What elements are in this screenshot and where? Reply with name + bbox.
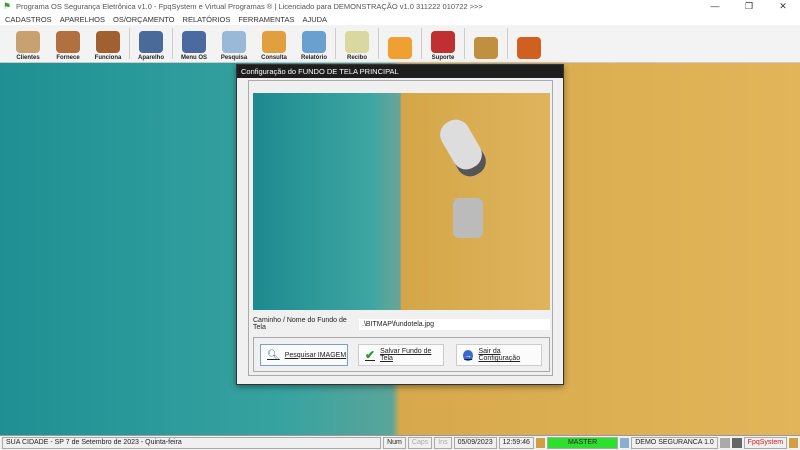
path-label: Caminho / Nome do Fundo de Tela [253, 317, 347, 331]
app-logo-icon: ⚑ [3, 1, 12, 11]
checkmark-icon: ✔ [365, 348, 376, 362]
toolbar-separator [335, 28, 336, 59]
background-preview-image [253, 93, 550, 310]
toolbar-button-item12[interactable] [509, 25, 549, 63]
title-bar: ⚑ Programa OS Segurança Eletrônica v1.0 … [0, 0, 800, 13]
toolbar-separator [172, 28, 173, 59]
toolbar-label: Aparelho [137, 55, 164, 61]
toolbar-button-suporte[interactable]: Suporte [423, 25, 463, 63]
toolbar-button-clientes[interactable]: Clientes [8, 25, 48, 63]
menu-aparelhos[interactable]: APARELHOS [60, 15, 105, 24]
window-title: Programa OS Segurança Eletrônica v1.0 - … [16, 2, 483, 11]
toolbar-separator [129, 28, 130, 59]
menu-bar: CADASTROS APARELHOS OS/ORÇAMENTO RELATÓRIOS… [0, 13, 800, 25]
status-user: MASTER [546, 437, 619, 449]
toolbar-icon [345, 31, 369, 53]
menu-relatrios[interactable]: RELATÓRIOS [183, 15, 231, 24]
toolbar-separator [464, 28, 465, 59]
arrow-right-icon: → [463, 349, 474, 361]
toolbar-icon [474, 37, 498, 59]
dialog-title: Configuração do FUNDO DE TELA PRINCIPAL [237, 65, 563, 78]
computer-icon[interactable] [731, 438, 742, 448]
save-background-button[interactable]: ✔ Salvar Fundo de Tela [358, 344, 444, 366]
print-icon[interactable] [719, 438, 730, 448]
toolbar-icon [56, 31, 80, 53]
magnifier-icon: 🔍︎ [267, 349, 280, 361]
user-icon [535, 438, 545, 448]
menu-cadastros[interactable]: CADASTROS [5, 15, 52, 24]
toolbar-separator [421, 28, 422, 59]
toolbar-button-recibo[interactable]: Recibo [337, 25, 377, 63]
toolbar-button-funciona[interactable]: Funciona [88, 25, 128, 63]
maximize-button[interactable]: ❐ [732, 0, 766, 13]
toolbar-button-item9[interactable] [380, 25, 420, 63]
toolbar-label: Pesquisa [220, 55, 248, 61]
toolbar-icon [16, 31, 40, 53]
status-time: 12:59:46 [498, 437, 534, 449]
toolbar-icon [262, 31, 286, 53]
status-company: DEMO SEGURANCA 1.0 [631, 437, 718, 449]
toolbar-button-relatrio[interactable]: Relatório [294, 25, 334, 63]
toolbar-button-item11[interactable] [466, 25, 506, 63]
status-brand: FpqSystem [743, 437, 788, 449]
status-bar: SUA CIDADE - SP 7 de Setembro de 2023 - … [0, 435, 800, 450]
toolbar-button-aparelho[interactable]: Aparelho [131, 25, 171, 63]
status-date: 05/09/2023 [453, 437, 497, 449]
toolbar-icon [517, 37, 541, 59]
user-icon [789, 438, 799, 448]
toolbar-label: Clientes [16, 55, 40, 61]
status-city-date: SUA CIDADE - SP 7 de Setembro de 2023 - … [2, 437, 382, 449]
toolbar-icon [96, 31, 120, 53]
menu-ferramentas[interactable]: FERRAMENTAS [238, 15, 294, 24]
toolbar-icon [182, 31, 206, 53]
toolbar-icon [431, 31, 455, 53]
toolbar-button-menuos[interactable]: Menu OS [174, 25, 214, 63]
toolbar-icon [222, 31, 246, 53]
toolbar-button-consulta[interactable]: Consulta [254, 25, 294, 63]
background-config-dialog: Configuração do FUNDO DE TELA PRINCIPAL … [236, 64, 564, 385]
menu-ajuda[interactable]: AJUDA [302, 15, 327, 24]
camera-image [435, 114, 491, 182]
toolbar: Clientes Fornece Funciona Aparelho Menu OS Pe… [0, 25, 800, 63]
path-input[interactable]: .\BITMAP\fundotela.jpg [359, 318, 550, 330]
status-num: Num [383, 437, 406, 449]
exit-config-button[interactable]: → Sair da Configuração [456, 344, 542, 366]
toolbar-label: Suporte [431, 55, 455, 61]
toolbar-icon [139, 31, 163, 53]
camera-mount-image [453, 198, 483, 238]
minimize-button[interactable]: — [698, 0, 732, 13]
toolbar-separator [507, 28, 508, 59]
toolbar-label: Relatório [300, 55, 327, 61]
close-button[interactable]: ✕ [766, 0, 800, 13]
toolbar-separator [378, 28, 379, 59]
toolbar-label: Consulta [261, 55, 287, 61]
toolbar-label: Menu OS [180, 55, 207, 61]
toolbar-label: Fornece [56, 55, 80, 61]
menu-osoramento[interactable]: OS/ORÇAMENTO [113, 15, 175, 24]
toolbar-label: Funciona [94, 55, 122, 61]
toolbar-button-fornece[interactable]: Fornece [48, 25, 88, 63]
status-ins: Ins [434, 437, 452, 449]
toolbar-icon [302, 31, 326, 53]
toolbar-icon [388, 37, 412, 59]
status-caps: Caps [407, 437, 433, 449]
toolbar-label: Recibo [346, 55, 367, 61]
toolbar-button-pesquisa[interactable]: Pesquisa [214, 25, 254, 63]
company-icon [620, 438, 630, 448]
search-image-button[interactable]: 🔍︎ Pesquisar IMAGEM [260, 344, 348, 366]
